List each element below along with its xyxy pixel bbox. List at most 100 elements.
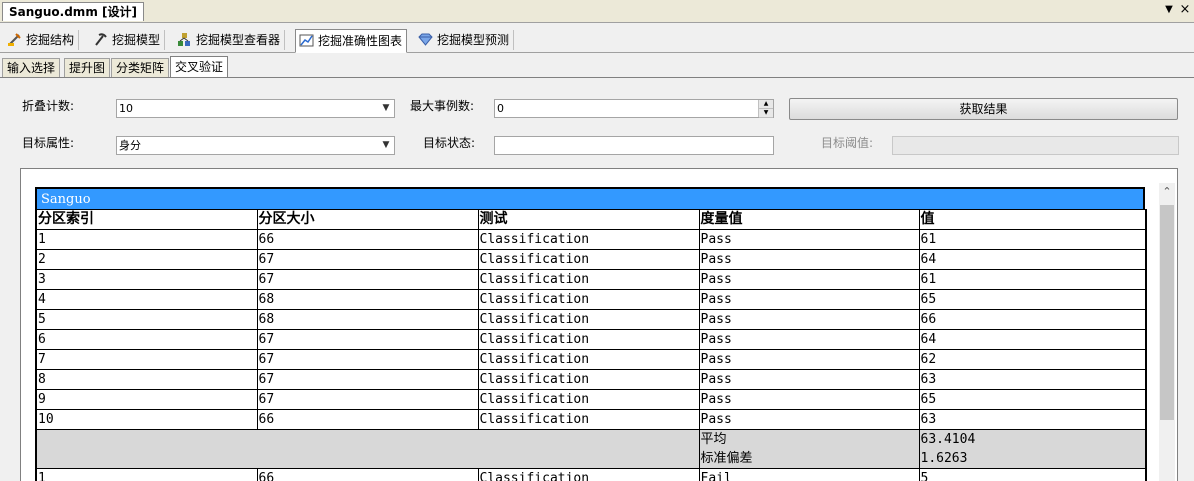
document-tab-bar: Sanguo.dmm [设计] ▼ × — [0, 0, 1194, 23]
cell: 2 — [35, 249, 258, 270]
cell: Pass — [698, 309, 920, 330]
fold-count-label: 折叠计数: — [22, 99, 75, 113]
cell: 7 — [35, 349, 258, 370]
table-row: 4 68 Classification Pass 65 — [35, 289, 1147, 310]
tab-cross-validation[interactable]: 交叉验证 — [170, 56, 229, 77]
table-row: 6 67 Classification Pass 64 — [35, 329, 1147, 350]
tab-input-selection[interactable]: 输入选择 — [2, 58, 61, 77]
cell: 67 — [256, 329, 479, 350]
summary-values: 63.4104 1.6263 — [918, 429, 1147, 469]
cell: 66 — [256, 409, 479, 430]
cell: 67 — [256, 349, 479, 370]
cell: 9 — [35, 389, 258, 410]
cell: 63 — [918, 409, 1147, 430]
cell: 67 — [256, 369, 479, 390]
cell: Pass — [698, 289, 920, 310]
target-threshold-input — [892, 136, 1179, 155]
chevron-down-icon[interactable]: ▼ — [380, 138, 392, 153]
cell: 4 — [35, 289, 258, 310]
max-cases-label: 最大事例数: — [410, 99, 475, 113]
cell: 8 — [35, 369, 258, 390]
cell: 66 — [256, 229, 479, 250]
model-viewer-icon — [178, 33, 190, 46]
table-header-row: 分区索引 分区大小 测试 度量值 值 — [35, 209, 1147, 230]
cell: Classification — [477, 349, 700, 370]
cross-validation-parameters: 折叠计数: 10 ▼ 最大事例数: 0 ▲ ▼ 获取结果 目标属性: 身分 ▼ … — [6, 84, 1188, 166]
tab-prediction[interactable]: 挖掘模型预测 — [415, 30, 515, 50]
spin-up-icon[interactable]: ▲ — [759, 100, 773, 109]
cell: Classification — [477, 468, 700, 481]
close-icon[interactable]: × — [1178, 3, 1192, 17]
summary-row: 平均 标准偏差 63.4104 1.6263 — [35, 429, 1147, 469]
cell: 64 — [918, 329, 1147, 350]
tab-mining-model[interactable]: 挖掘模型 — [90, 30, 166, 50]
cell: 61 — [918, 269, 1147, 290]
cell: Classification — [477, 229, 700, 250]
column-header-value: 值 — [918, 209, 1147, 230]
get-results-button[interactable]: 获取结果 — [789, 98, 1178, 120]
prediction-icon — [418, 33, 433, 46]
chevron-down-icon[interactable]: ▼ — [380, 101, 392, 116]
cell: 67 — [256, 389, 479, 410]
target-state-label: 目标状态: — [423, 136, 476, 150]
spin-down-icon[interactable]: ▼ — [759, 109, 773, 118]
cell: 67 — [256, 269, 479, 290]
summary-blank — [35, 429, 700, 469]
tab-lift-chart[interactable]: 提升图 — [64, 58, 111, 77]
cell: Pass — [698, 329, 920, 350]
document-tab[interactable]: Sanguo.dmm [设计] — [2, 2, 144, 21]
vertical-scrollbar[interactable]: ⌃ — [1159, 183, 1175, 481]
stdev-label: 标准偏差 — [700, 451, 753, 466]
cell: Classification — [477, 309, 700, 330]
cell: Classification — [477, 289, 700, 310]
column-header-measure: 度量值 — [698, 209, 920, 230]
cell: Pass — [698, 369, 920, 390]
cell: Classification — [477, 329, 700, 350]
results-table: 分区索引 分区大小 测试 度量值 值 1 66 Classification Pass… — [35, 209, 1147, 481]
column-header-test: 测试 — [477, 209, 700, 230]
cell: Pass — [698, 409, 920, 430]
target-attribute-combo[interactable]: 身分 ▼ — [116, 136, 395, 155]
cell: Classification — [477, 389, 700, 410]
target-state-input[interactable] — [494, 136, 774, 155]
mean-label: 平均 — [700, 432, 727, 447]
column-header-partition-size: 分区大小 — [256, 209, 479, 230]
table-row: 10 66 Classification Pass 63 — [35, 409, 1147, 430]
target-attribute-label: 目标属性: — [22, 136, 75, 150]
summary-labels: 平均 标准偏差 — [698, 429, 920, 469]
table-row: 1 66 Classification Fail 5 — [35, 468, 1147, 481]
tab-mining-structure[interactable]: 挖掘结构 — [4, 30, 80, 50]
cell: Pass — [698, 349, 920, 370]
cell: 3 — [35, 269, 258, 290]
tab-classification-matrix[interactable]: 分类矩阵 — [111, 58, 170, 77]
target-attribute-value: 身分 — [119, 139, 141, 152]
report-content: Sanguo 分区索引 分区大小 测试 度量值 值 1 66 Classificat… — [35, 187, 1147, 481]
table-row: 8 67 Classification Pass 63 — [35, 369, 1147, 390]
cell: 1 — [35, 229, 258, 250]
max-cases-value: 0 — [497, 102, 504, 115]
table-row: 3 67 Classification Pass 61 — [35, 269, 1147, 290]
designer-tab-bar: 挖掘结构 挖掘模型 挖掘模型查看器 挖掘准确性图表 挖掘模型预测 — [0, 29, 1194, 53]
scrollbar-thumb[interactable] — [1160, 205, 1174, 420]
max-cases-stepper[interactable]: 0 ▲ ▼ — [494, 99, 774, 118]
column-header-partition-index: 分区索引 — [35, 209, 258, 230]
cell: 61 — [918, 229, 1147, 250]
spinner[interactable]: ▲ ▼ — [758, 100, 773, 118]
table-row: 1 66 Classification Pass 61 — [35, 229, 1147, 250]
table-row: 7 67 Classification Pass 62 — [35, 349, 1147, 370]
table-row: 5 68 Classification Pass 66 — [35, 309, 1147, 330]
model-name-header: Sanguo — [35, 187, 1145, 209]
cell: 65 — [918, 289, 1147, 310]
stdev-value: 1.6263 — [920, 451, 968, 466]
cell: 62 — [918, 349, 1147, 370]
cell: 67 — [256, 249, 479, 270]
cell: 64 — [918, 249, 1147, 270]
cell: Pass — [698, 229, 920, 250]
fold-count-combo[interactable]: 10 ▼ — [116, 99, 395, 118]
cell: Pass — [698, 249, 920, 270]
cell: 68 — [256, 309, 479, 330]
tab-accuracy-chart[interactable]: 挖掘准确性图表 — [295, 29, 408, 53]
tab-model-viewer[interactable]: 挖掘模型查看器 — [174, 30, 286, 50]
dropdown-icon[interactable]: ▼ — [1162, 3, 1176, 17]
scroll-up-icon[interactable]: ⌃ — [1159, 183, 1175, 200]
